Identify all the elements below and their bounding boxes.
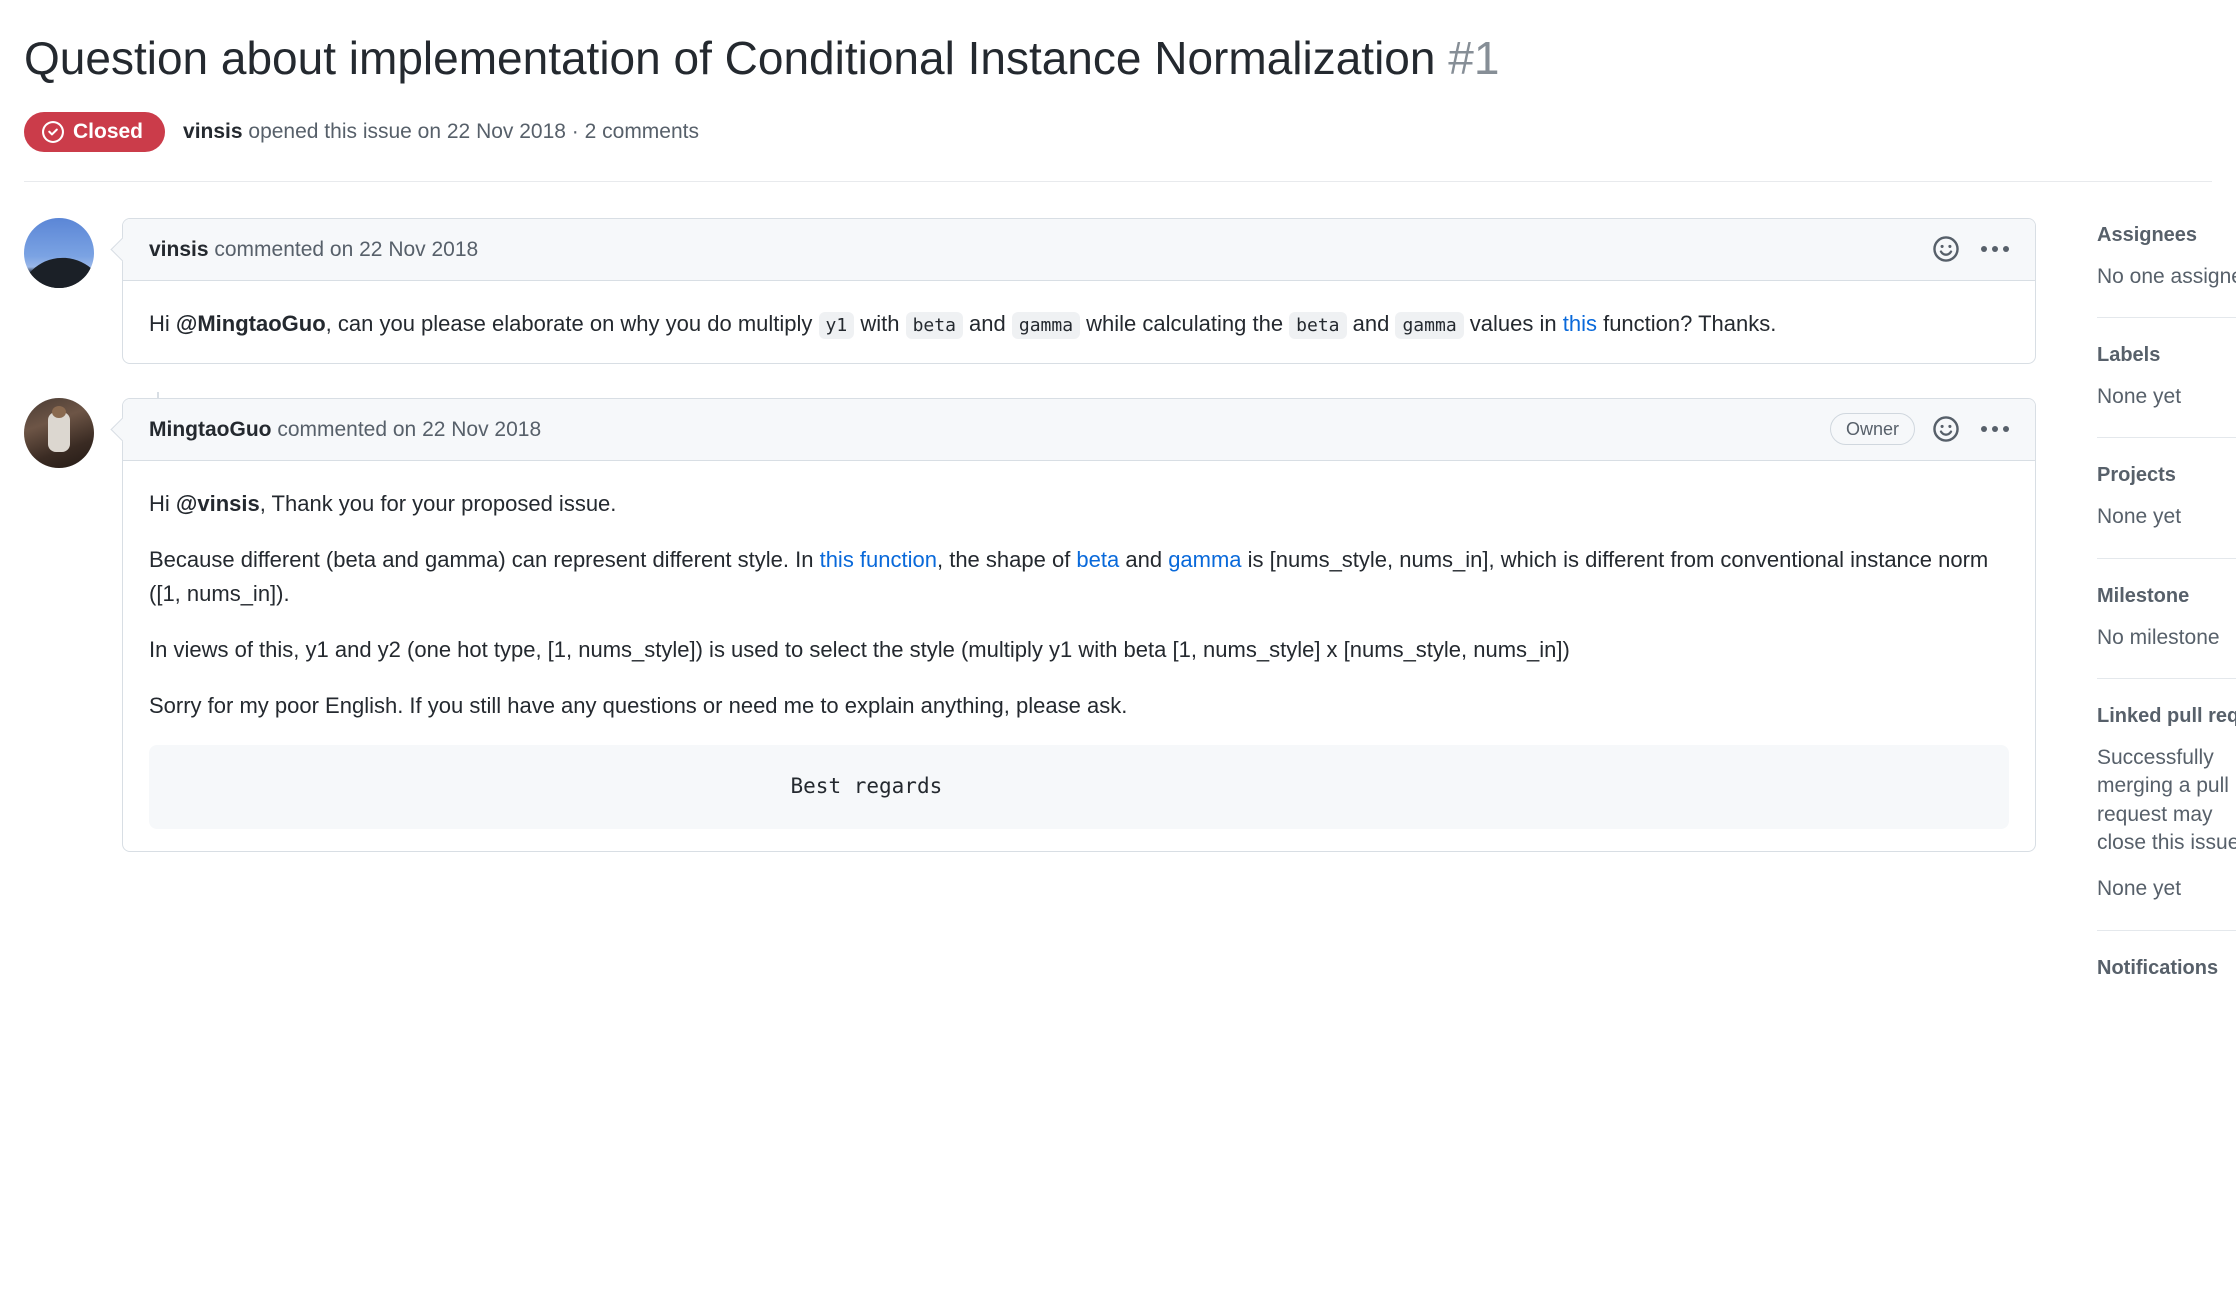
- comment-mingtaoguo: MingtaoGuo commented on 22 Nov 2018 Owne…: [24, 397, 2036, 852]
- sidebar-section-projects: Projects None yet: [2097, 437, 2236, 557]
- text-fragment: , can you please elaborate on why you do…: [325, 310, 819, 336]
- this-function-link[interactable]: this: [1563, 311, 1597, 336]
- sidebar-section-milestone: Milestone No milestone: [2097, 557, 2236, 678]
- text-fragment: and: [1346, 310, 1396, 336]
- text-fragment: with: [854, 310, 906, 336]
- comment-author-line: MingtaoGuo commented on 22 Nov 2018: [149, 419, 541, 440]
- comment-spacer: [24, 364, 2036, 398]
- comment-header-actions: Owner: [1829, 413, 2013, 446]
- sidebar-section-value: None yet: [2097, 384, 2182, 408]
- header-divider: [24, 180, 2212, 182]
- issue-meta-text: vinsis opened this issue on 22 Nov 2018 …: [183, 121, 699, 142]
- inline-code: gamma: [1011, 311, 1081, 339]
- inline-code: beta: [905, 311, 963, 339]
- this-function-link[interactable]: this function: [820, 547, 937, 572]
- smiley-icon[interactable]: [1933, 416, 1959, 442]
- text-fragment: values in: [1463, 310, 1563, 336]
- kebab-menu-icon[interactable]: [1977, 426, 2013, 433]
- inline-code: gamma: [1395, 311, 1464, 339]
- issue-columns: vinsis commented on 22 Nov 2018 Hi @Ming…: [0, 217, 2236, 1022]
- kebab-menu-icon[interactable]: [1977, 246, 2013, 252]
- sidebar-section-value: Successfully merging a pull request may …: [2097, 745, 2236, 854]
- comment-box: MingtaoGuo commented on 22 Nov 2018 Owne…: [122, 397, 2036, 852]
- issue-meta-rest: opened this issue on 22 Nov 2018 · 2 com…: [242, 120, 699, 143]
- status-badge-label: Closed: [73, 120, 144, 143]
- sidebar-section-title[interactable]: Linked pull requests: [2097, 705, 2236, 728]
- text-fragment: Because different (beta and gamma) can r…: [149, 546, 820, 572]
- comment-author-name[interactable]: MingtaoGuo: [149, 418, 271, 441]
- issue-closed-icon: [42, 120, 64, 143]
- issue-page: Question about implementation of Conditi…: [0, 0, 2236, 1308]
- text-fragment: and: [1119, 546, 1169, 572]
- comment-paragraph: Hi @vinsis, Thank you for your proposed …: [149, 487, 2009, 521]
- sidebar-section-title[interactable]: Assignees: [2097, 224, 2236, 247]
- comment-vinsis: vinsis commented on 22 Nov 2018 Hi @Ming…: [24, 217, 2036, 364]
- inline-code: y1: [818, 311, 855, 339]
- text-fragment: Hi: [149, 490, 176, 516]
- sidebar-section-value: None yet: [2097, 877, 2182, 901]
- sidebar-section-title[interactable]: Projects: [2097, 464, 2236, 487]
- code-block: Best regards: [149, 745, 2009, 829]
- comment-timestamp: commented on 22 Nov 2018: [208, 237, 479, 261]
- issue-meta-row: Closed vinsis opened this issue on 22 No…: [24, 111, 2212, 152]
- comment-paragraph: In views of this, y1 and y2 (one hot typ…: [149, 636, 1570, 662]
- issue-title-text: Question about implementation of Conditi…: [24, 32, 1436, 84]
- text-fragment: function? Thanks.: [1596, 310, 1777, 336]
- comment-timestamp: commented on 22 Nov 2018: [271, 417, 542, 441]
- issue-number: #1: [1448, 32, 1500, 84]
- beta-link[interactable]: beta: [1076, 547, 1119, 572]
- text-fragment: and: [962, 310, 1012, 336]
- comment-header: vinsis commented on 22 Nov 2018: [123, 218, 2035, 281]
- page-title: Question about implementation of Conditi…: [24, 30, 2212, 88]
- sidebar-section-assignees: Assignees No one assigned: [2097, 224, 2236, 317]
- sidebar-section-labels: Labels None yet: [2097, 316, 2236, 437]
- comment-paragraph: Hi @MingtaoGuo, can you please elaborate…: [149, 307, 2009, 341]
- sidebar-section-value: No one assigned: [2097, 264, 2236, 288]
- comment-header: MingtaoGuo commented on 22 Nov 2018 Owne…: [123, 398, 2035, 461]
- issue-header: Question about implementation of Conditi…: [0, 0, 2236, 152]
- gamma-link[interactable]: gamma: [1168, 547, 1241, 572]
- comment-author-line: vinsis commented on 22 Nov 2018: [149, 239, 478, 260]
- mention-link[interactable]: @vinsis: [176, 491, 260, 516]
- comment-paragraph: Sorry for my poor English. If you still …: [149, 692, 1128, 718]
- sidebar-section-title[interactable]: Labels: [2097, 344, 2236, 367]
- owner-badge: Owner: [1829, 413, 1915, 446]
- mention-link[interactable]: @MingtaoGuo: [176, 311, 326, 336]
- comment-author-name[interactable]: vinsis: [149, 238, 209, 261]
- inline-code: beta: [1289, 311, 1347, 339]
- sidebar-section-value: None yet: [2097, 505, 2182, 529]
- sidebar-section-notifications: Notifications: [2097, 929, 2236, 1022]
- avatar[interactable]: [24, 397, 94, 468]
- comment-header-actions: [1933, 236, 2013, 262]
- comment-box: vinsis commented on 22 Nov 2018 Hi @Ming…: [122, 217, 2036, 364]
- sidebar-section-title[interactable]: Milestone: [2097, 585, 2236, 608]
- status-badge[interactable]: Closed: [24, 111, 166, 152]
- text-fragment: , the shape of: [936, 546, 1077, 572]
- comment-body: Hi @vinsis, Thank you for your proposed …: [123, 461, 2035, 851]
- smiley-icon[interactable]: [1933, 236, 1959, 262]
- text-fragment: while calculating the: [1080, 310, 1290, 336]
- sidebar-section-title[interactable]: Notifications: [2097, 957, 2236, 980]
- comment-paragraph: Because different (beta and gamma) can r…: [149, 543, 2009, 611]
- issue-opener[interactable]: vinsis: [183, 120, 243, 143]
- sidebar-section-linked-pull-requests: Linked pull requests Successfully mergin…: [2097, 677, 2236, 930]
- sidebar-section-value: No milestone: [2097, 625, 2220, 649]
- issue-sidebar: Assignees No one assigned Labels None ye…: [2056, 217, 2236, 1022]
- text-fragment: , Thank you for your proposed issue.: [259, 490, 617, 516]
- comment-body: Hi @MingtaoGuo, can you please elaborate…: [123, 281, 2035, 363]
- avatar[interactable]: [24, 217, 94, 288]
- text-fragment: Hi: [149, 310, 176, 336]
- timeline-column: vinsis commented on 22 Nov 2018 Hi @Ming…: [24, 217, 2036, 852]
